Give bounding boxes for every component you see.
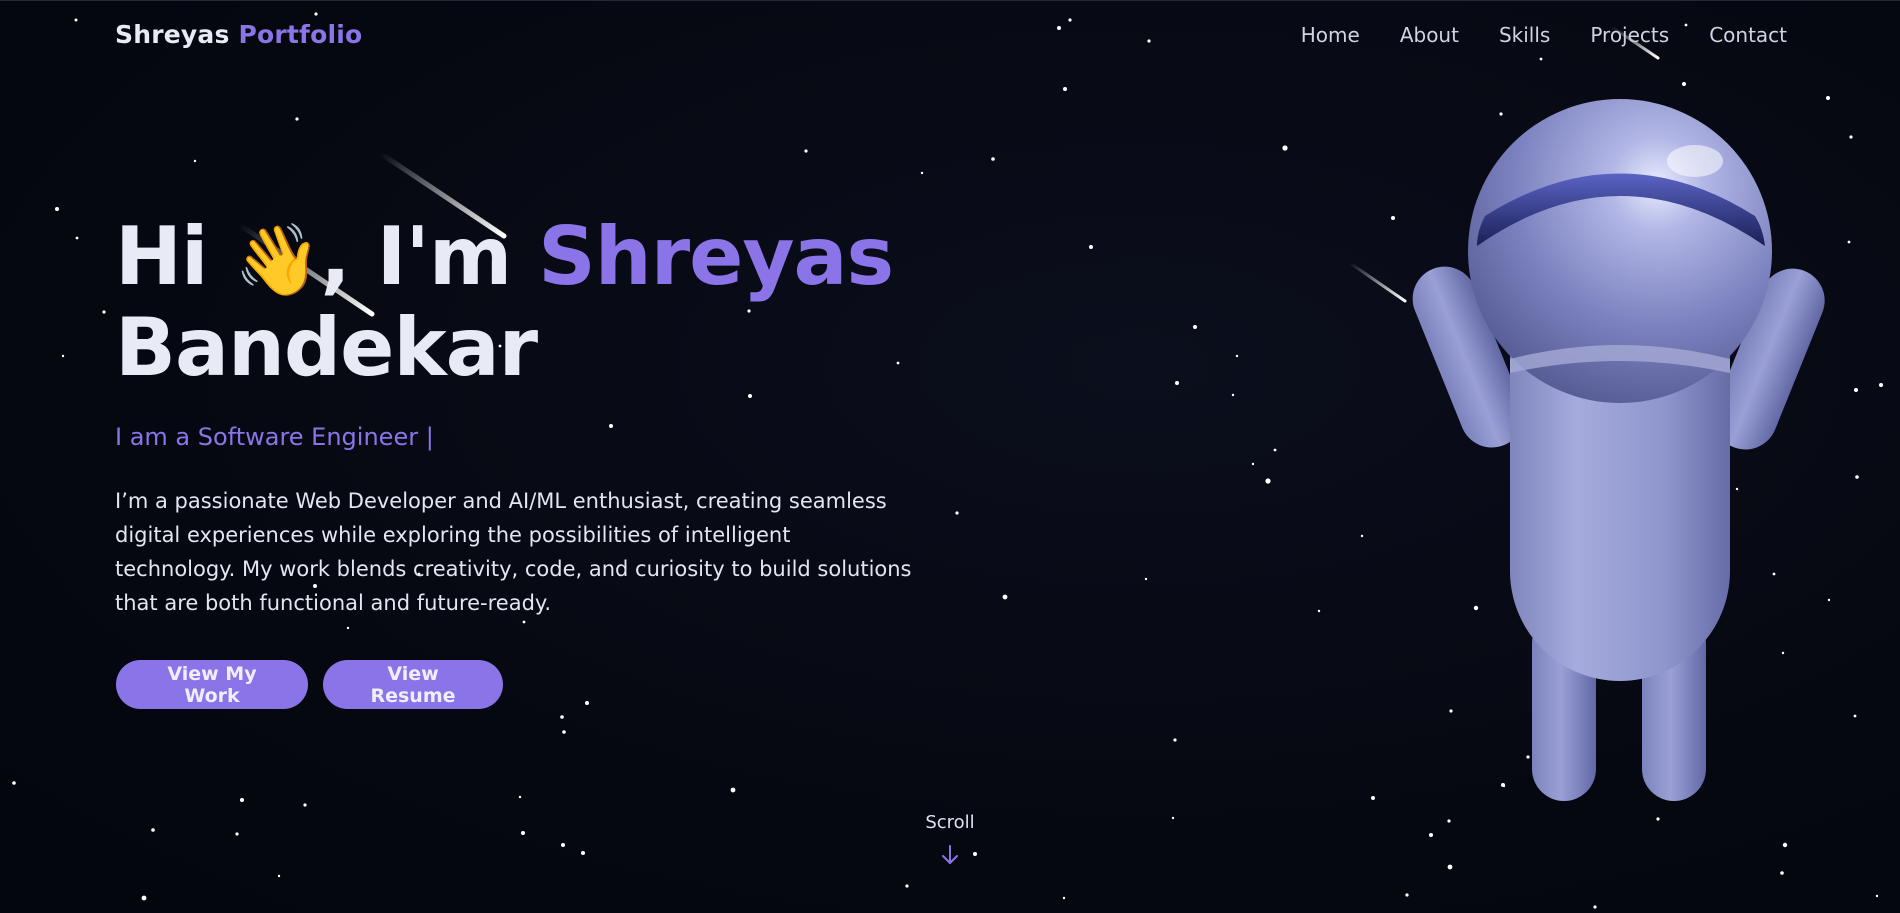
hero-heading: Hi 👋, I'm Shreyas Bandekar xyxy=(115,213,955,392)
nav-contact[interactable]: Contact xyxy=(1709,23,1787,47)
brand-first: Shreyas xyxy=(115,20,230,49)
hero-section: Shreyas Portfolio Home About Skills Proj… xyxy=(0,0,1900,913)
hero-name-last: Bandekar xyxy=(115,301,538,394)
hero-im: , I'm xyxy=(320,210,512,303)
robot-3d-illustration xyxy=(1412,99,1825,801)
hero-bio: I’m a passionate Web Developer and AI/ML… xyxy=(115,489,912,615)
view-resume-button[interactable]: View Resume xyxy=(323,660,503,709)
waving-hand-icon: 👋 xyxy=(234,219,321,301)
nav-skills[interactable]: Skills xyxy=(1499,23,1550,47)
main-nav: Home About Skills Projects Contact xyxy=(1261,23,1787,47)
brand-second: Portfolio xyxy=(238,20,363,49)
hero-subtitle: I am a Software Engineer | xyxy=(115,423,434,451)
view-my-work-button[interactable]: View My Work xyxy=(116,660,308,709)
nav-home[interactable]: Home xyxy=(1301,23,1360,47)
nav-about[interactable]: About xyxy=(1400,23,1459,47)
nav-projects[interactable]: Projects xyxy=(1590,23,1669,47)
scroll-label[interactable]: Scroll xyxy=(900,812,1000,833)
arrow-down-icon[interactable] xyxy=(940,843,960,867)
hero-name-first: Shreyas xyxy=(538,210,894,303)
hero-greeting: Hi xyxy=(115,210,208,303)
brand-logo[interactable]: Shreyas Portfolio xyxy=(115,20,362,49)
